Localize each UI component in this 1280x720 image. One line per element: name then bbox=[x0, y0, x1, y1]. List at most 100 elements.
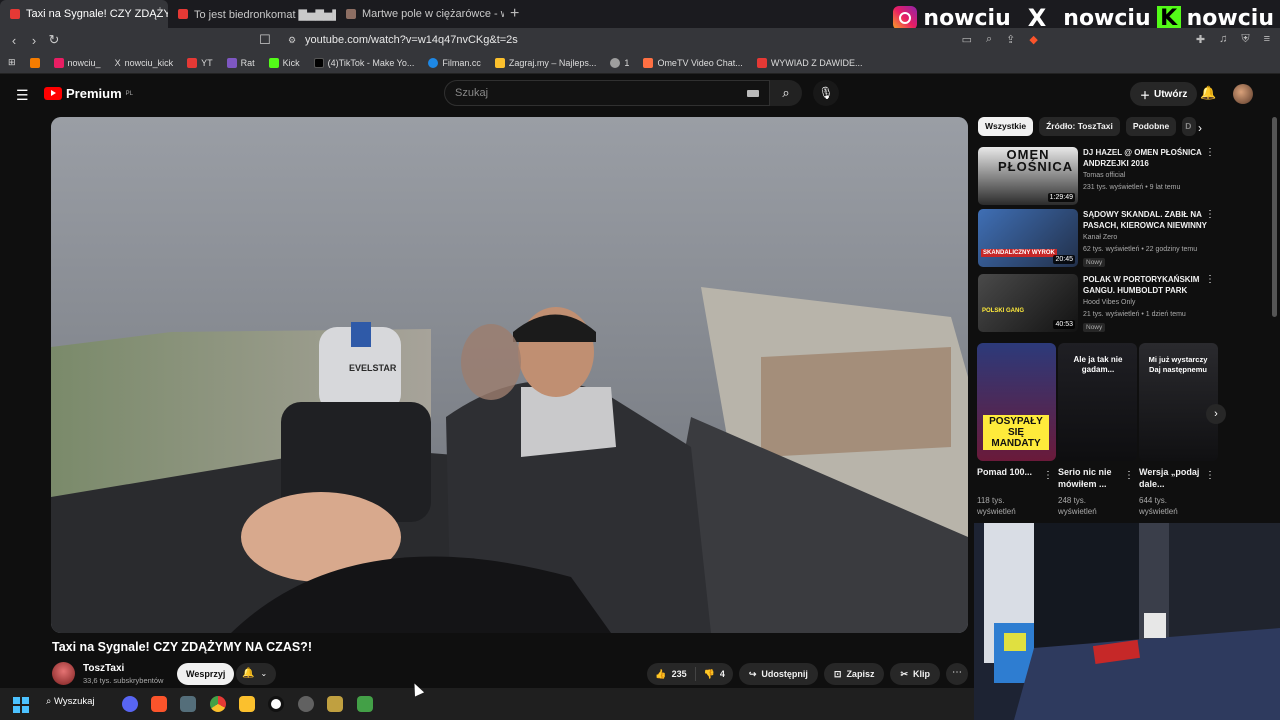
menu-icon[interactable]: ☰ bbox=[16, 87, 29, 104]
short-title[interactable]: Wersja „podaj dale... bbox=[1139, 466, 1203, 490]
youtube-favicon-icon bbox=[10, 9, 20, 19]
video-thumbnail[interactable]: OMEN PŁOŚNICA 1:29:49 bbox=[978, 147, 1078, 205]
zoom-icon[interactable]: ⌕ bbox=[986, 33, 992, 46]
related-channel[interactable]: Tomas official bbox=[1083, 172, 1125, 179]
channel-avatar[interactable] bbox=[52, 662, 75, 685]
extensions-icon[interactable]: ✚ bbox=[1196, 33, 1205, 46]
apps-icon[interactable]: ⊞ bbox=[8, 57, 16, 68]
create-button[interactable]: ＋ Utwórz bbox=[1130, 82, 1198, 106]
chrome-icon[interactable] bbox=[210, 696, 226, 712]
clip-button[interactable]: ✂ Klip bbox=[890, 663, 940, 685]
save-button[interactable]: ⊡ Zapisz bbox=[823, 663, 885, 685]
notifications-icon[interactable]: 🔔 bbox=[1200, 85, 1216, 101]
vpn-icon[interactable]: ⛨ bbox=[1241, 33, 1249, 46]
app-icon[interactable] bbox=[357, 696, 373, 712]
support-button[interactable]: Wesprzyj bbox=[177, 663, 235, 685]
bookmark-item[interactable]: YT bbox=[187, 57, 213, 68]
site-info-icon[interactable]: ⚙ bbox=[282, 35, 302, 46]
more-options-icon[interactable]: ⋮ bbox=[1205, 274, 1215, 285]
url-field[interactable]: youtube.com/watch?v=w14q47nvCKg&t=2s bbox=[305, 34, 518, 46]
related-video[interactable]: OMEN PŁOŚNICA 1:29:49 DJ HAZEL @ OMEN PŁ… bbox=[978, 147, 1223, 205]
like-button[interactable]: 👍 235 bbox=[647, 663, 694, 685]
scissors-icon: ✂ bbox=[900, 668, 908, 679]
search-input[interactable]: Szukaj bbox=[444, 80, 770, 106]
related-title[interactable]: DJ HAZEL @ OMEN PŁOŚNICA ANDRZEJKI 2016 bbox=[1083, 147, 1211, 169]
bookmark-item[interactable]: Kick bbox=[268, 57, 300, 68]
related-title[interactable]: POLAK W PORTORYKAŃSKIM GANGU. HUMBOLDT P… bbox=[1083, 274, 1211, 296]
youtube-logo[interactable]: Premium PL bbox=[44, 86, 133, 101]
short-thumbnail[interactable]: Ale ja tak nie gadam... bbox=[1058, 343, 1137, 461]
short-thumbnail[interactable]: Mi już wystarczy Daj następnemu bbox=[1139, 343, 1218, 461]
app-icon[interactable] bbox=[298, 696, 314, 712]
related-channel[interactable]: Hood Vibes Only bbox=[1083, 299, 1135, 306]
related-video[interactable]: SKANDALICZNY WYROK 20:45 SĄDOWY SKANDAL.… bbox=[978, 209, 1223, 267]
ometv-icon bbox=[643, 57, 654, 68]
chip-all[interactable]: Wszystkie bbox=[978, 117, 1034, 136]
more-actions-button[interactable]: ⋯ bbox=[946, 663, 968, 685]
taskbar-search-label: Wyszukaj bbox=[53, 696, 95, 707]
bookmark-item[interactable]: 1 bbox=[610, 57, 629, 68]
scrollbar[interactable] bbox=[1272, 117, 1277, 317]
bookmark-item[interactable] bbox=[29, 57, 40, 68]
app-icon[interactable] bbox=[327, 696, 343, 712]
menu-icon[interactable]: ≡ bbox=[1264, 33, 1270, 46]
dislike-button[interactable]: 👎 4 bbox=[696, 663, 733, 685]
bookmark-item[interactable]: WYWIAD Z DAWIDE... bbox=[756, 57, 862, 68]
chip-truncated[interactable]: D bbox=[1182, 117, 1197, 136]
new-tab-icon[interactable]: + bbox=[510, 5, 519, 23]
back-icon[interactable]: ‹ bbox=[4, 33, 24, 48]
channel-name[interactable]: ToszTaxi bbox=[83, 663, 124, 674]
share-icon[interactable]: ⇪ bbox=[1006, 33, 1015, 46]
voice-search-button[interactable]: 🎙 bbox=[813, 80, 839, 106]
reload-icon[interactable]: ↻ bbox=[44, 32, 64, 48]
chevron-right-icon[interactable]: › bbox=[1198, 121, 1202, 135]
bookmark-item[interactable]: Rat bbox=[226, 57, 255, 68]
cast-icon[interactable]: ▭ bbox=[962, 33, 972, 46]
search-button[interactable]: ⌕ bbox=[770, 80, 802, 106]
bookmark-item[interactable]: (4)TikTok - Make Yo... bbox=[313, 57, 414, 68]
taskbar-search[interactable]: ⌕ Wyszukaj bbox=[46, 696, 95, 707]
related-channel[interactable]: Kanał Zero bbox=[1083, 234, 1117, 241]
chip-similar[interactable]: Podobne bbox=[1125, 117, 1177, 136]
like-count: 235 bbox=[671, 669, 687, 679]
bookmark-item[interactable]: OmeTV Video Chat... bbox=[643, 57, 743, 68]
app-icon[interactable] bbox=[180, 696, 196, 712]
obs-icon[interactable] bbox=[268, 696, 284, 712]
share-label: Udostępnij bbox=[761, 669, 808, 679]
discord-icon[interactable] bbox=[122, 696, 138, 712]
more-options-icon[interactable]: ⋮ bbox=[1205, 209, 1215, 220]
short-title[interactable]: Serio nic nie mówiłem ... bbox=[1058, 466, 1122, 490]
subscription-bell-button[interactable]: 🔔 ⌄ bbox=[236, 663, 276, 685]
more-options-icon[interactable]: ⋮ bbox=[1043, 470, 1053, 481]
globe-icon bbox=[610, 57, 621, 68]
brave-icon[interactable] bbox=[151, 696, 167, 712]
windows-start-icon[interactable] bbox=[13, 697, 29, 713]
short-thumbnail[interactable]: POSYPAŁY SIĘ MANDATY bbox=[977, 343, 1056, 461]
avatar[interactable] bbox=[1233, 84, 1253, 104]
video-player[interactable]: EVELSTAR bbox=[51, 117, 968, 633]
browser-tab[interactable]: Taxi na Sygnale! CZY ZDĄŻYM ✕ bbox=[0, 0, 168, 28]
related-title[interactable]: SĄDOWY SKANDAL. ZABIŁ NA PASACH, KIEROWC… bbox=[1083, 209, 1211, 231]
folder-icon[interactable] bbox=[239, 696, 255, 712]
forward-icon[interactable]: › bbox=[24, 33, 44, 48]
bookmark-item[interactable]: Filman.cc bbox=[428, 57, 481, 68]
browser-tab[interactable]: Martwe pole w ciężarówce - w pr bbox=[336, 0, 504, 28]
more-options-icon[interactable]: ⋮ bbox=[1124, 470, 1134, 481]
more-options-icon[interactable]: ⋮ bbox=[1205, 147, 1215, 158]
bookmark-item[interactable]: Xnowciu_kick bbox=[115, 58, 174, 68]
brave-shield-icon[interactable]: ◆ bbox=[1029, 33, 1037, 46]
browser-tab[interactable]: To jest biedronkomat ▇▅▇▅▇ bbox=[168, 0, 336, 28]
video-thumbnail[interactable]: SKANDALICZNY WYROK 20:45 bbox=[978, 209, 1078, 267]
more-options-icon[interactable]: ⋮ bbox=[1205, 470, 1215, 481]
media-icon[interactable]: ♫ bbox=[1219, 33, 1227, 46]
related-video[interactable]: POLSKI GANG 40:53 POLAK W PORTORYKAŃSKIM… bbox=[978, 274, 1223, 332]
bookmark-icon[interactable]: ☐ bbox=[255, 32, 275, 48]
keyboard-icon[interactable] bbox=[747, 90, 759, 97]
bookmark-item[interactable]: Zagraj.my – Najleps... bbox=[494, 57, 596, 68]
shorts-next-button[interactable]: › bbox=[1206, 404, 1226, 424]
chip-source[interactable]: Źródło: ToszTaxi bbox=[1039, 117, 1120, 136]
bookmark-item[interactable]: nowciu_ bbox=[53, 57, 101, 68]
short-title[interactable]: Pomad 100... bbox=[977, 466, 1041, 478]
video-thumbnail[interactable]: POLSKI GANG 40:53 bbox=[978, 274, 1078, 332]
share-button[interactable]: ↪ Udostępnij bbox=[738, 663, 818, 685]
